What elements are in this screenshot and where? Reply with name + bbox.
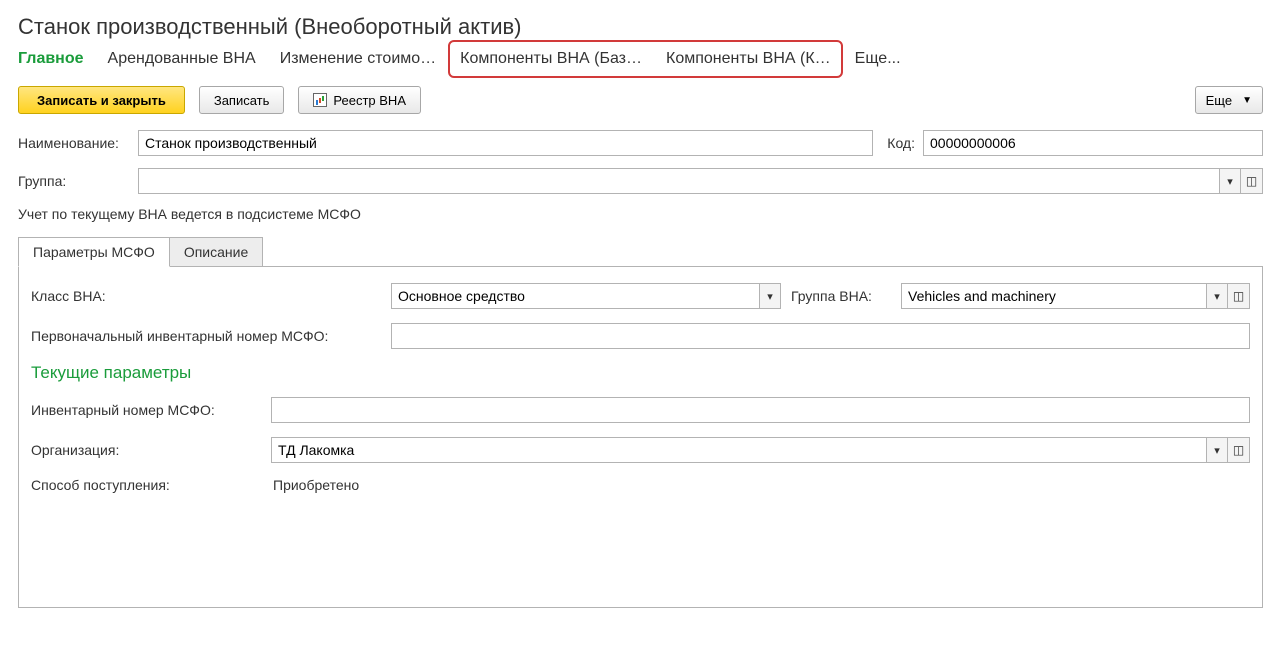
- chevron-down-icon: ▾: [1214, 290, 1220, 303]
- current-params-title: Текущие параметры: [31, 363, 1250, 383]
- nav-more[interactable]: Еще...: [855, 50, 901, 68]
- nav-components-base[interactable]: Компоненты ВНА (Баз…: [460, 50, 642, 68]
- msfo-panel: Класс ВНА: ▾ Группа ВНА: ▾ ◫ Первоначаль…: [18, 266, 1263, 608]
- report-icon: [313, 93, 327, 107]
- org-input[interactable]: [271, 437, 1206, 463]
- group-open-button[interactable]: ◫: [1241, 168, 1263, 194]
- tab-description[interactable]: Описание: [170, 237, 263, 267]
- code-input[interactable]: [923, 130, 1263, 156]
- group-vna-input[interactable]: [901, 283, 1206, 309]
- org-label: Организация:: [31, 442, 261, 458]
- class-dropdown-button[interactable]: ▾: [759, 283, 781, 309]
- group-input[interactable]: [138, 168, 1219, 194]
- receipt-label: Способ поступления:: [31, 477, 261, 493]
- chevron-down-icon: ▾: [767, 290, 773, 303]
- more-button-label: Еще: [1206, 93, 1232, 108]
- chevron-down-icon: ▾: [1214, 444, 1220, 457]
- toolbar: Записать и закрыть Записать Реестр ВНА Е…: [18, 86, 1263, 114]
- save-button[interactable]: Записать: [199, 86, 285, 114]
- group-dropdown-button[interactable]: ▾: [1219, 168, 1241, 194]
- name-label: Наименование:: [18, 135, 138, 151]
- chevron-down-icon: ▼: [1242, 95, 1252, 106]
- registry-button-label: Реестр ВНА: [333, 93, 406, 108]
- nav-leased[interactable]: Арендованные ВНА: [108, 50, 256, 68]
- save-close-button[interactable]: Записать и закрыть: [18, 86, 185, 114]
- inv-label: Инвентарный номер МСФО:: [31, 402, 261, 418]
- nav-main[interactable]: Главное: [18, 50, 84, 68]
- nav-components-k[interactable]: Компоненты ВНА (К…: [666, 50, 831, 68]
- receipt-value: Приобретено: [271, 477, 359, 493]
- init-inv-input[interactable]: [391, 323, 1250, 349]
- tab-msfo[interactable]: Параметры МСФО: [18, 237, 170, 267]
- init-inv-label: Первоначальный инвентарный номер МСФО:: [31, 328, 381, 344]
- name-input[interactable]: [138, 130, 873, 156]
- page-title: Станок производственный (Внеоборотный ак…: [18, 14, 1263, 40]
- group-vna-label: Группа ВНА:: [791, 288, 891, 304]
- org-dropdown-button[interactable]: ▾: [1206, 437, 1228, 463]
- more-button[interactable]: Еще ▼: [1195, 86, 1263, 114]
- nav-bar: Главное Арендованные ВНА Изменение стоим…: [18, 50, 1263, 68]
- code-label: Код:: [873, 135, 923, 151]
- accounting-note: Учет по текущему ВНА ведется в подсистем…: [18, 206, 1263, 222]
- group-label: Группа:: [18, 173, 138, 189]
- group-vna-dropdown-button[interactable]: ▾: [1206, 283, 1228, 309]
- open-icon: ◫: [1233, 289, 1244, 303]
- open-icon: ◫: [1246, 174, 1257, 188]
- group-vna-open-button[interactable]: ◫: [1228, 283, 1250, 309]
- class-input[interactable]: [391, 283, 759, 309]
- inv-input[interactable]: [271, 397, 1250, 423]
- chevron-down-icon: ▾: [1227, 175, 1233, 188]
- registry-button[interactable]: Реестр ВНА: [298, 86, 421, 114]
- open-icon: ◫: [1233, 443, 1244, 457]
- org-open-button[interactable]: ◫: [1228, 437, 1250, 463]
- class-label: Класс ВНА:: [31, 288, 381, 304]
- nav-cost-change[interactable]: Изменение стоимо…: [280, 50, 436, 68]
- tabs: Параметры МСФО Описание: [18, 236, 1263, 266]
